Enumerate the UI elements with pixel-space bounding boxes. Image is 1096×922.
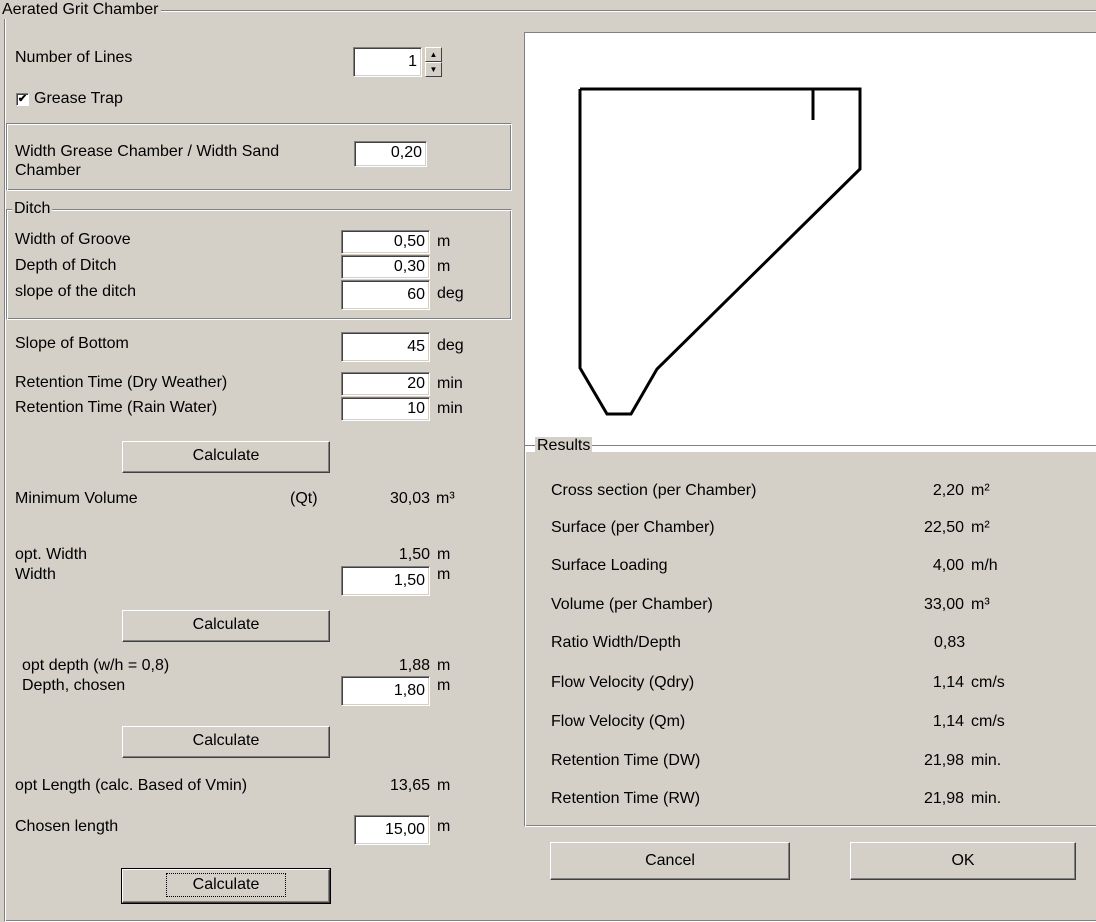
number-of-lines-label: Number of Lines [15, 49, 133, 66]
result-label: Ratio Width/Depth [551, 634, 681, 651]
results-title: Results [535, 437, 593, 455]
result-value: 0,83 [934, 634, 966, 651]
width-of-groove-unit: m [437, 233, 451, 250]
opt-length-label: opt Length (calc. Based of Vmin) [15, 777, 248, 794]
opt-depth-value: 1,88 [398, 657, 430, 674]
group-title: Aerated Grit Chamber [0, 1, 161, 19]
ok-button[interactable]: OK [850, 842, 1076, 880]
result-unit: m² [971, 482, 990, 499]
opt-depth-label: opt depth (w/h = 0,8) [22, 657, 170, 674]
opt-width-label: opt. Width [15, 546, 88, 563]
spin-down-button[interactable]: ▼ [425, 62, 442, 77]
cross-section-canvas [524, 32, 1096, 452]
slope-of-ditch-unit: deg [437, 285, 464, 302]
retention-rain-label: Retention Time (Rain Water) [15, 399, 218, 416]
calculate-width-button[interactable]: Calculate [122, 610, 330, 642]
result-unit: m/h [971, 557, 998, 574]
slope-of-ditch-label: slope of the ditch [15, 283, 136, 300]
grease-trap-checkbox[interactable]: ✔ [16, 93, 29, 106]
width-of-groove-input[interactable]: 0,50 [341, 230, 430, 254]
calculate-depth-button[interactable]: Calculate [122, 726, 330, 758]
result-value: 33,00 [923, 596, 964, 613]
minimum-volume-flow: (Qt) [290, 490, 318, 507]
depth-of-ditch-unit: m [437, 258, 451, 275]
depth-of-ditch-input[interactable]: 0,30 [341, 255, 430, 279]
grease-ratio-label-2: Chamber [15, 162, 81, 179]
result-label: Flow Velocity (Qm) [551, 713, 686, 730]
opt-width-value: 1,50 [398, 546, 430, 563]
retention-rain-unit: min [437, 400, 463, 417]
width-of-groove-label: Width of Groove [15, 231, 131, 248]
chamber-outline [578, 87, 862, 416]
chosen-length-input[interactable]: 15,00 [354, 815, 430, 845]
cancel-button[interactable]: Cancel [550, 842, 790, 880]
grease-trap-label: Grease Trap [34, 90, 123, 107]
width-label: Width [15, 566, 56, 583]
slope-of-bottom-input[interactable]: 45 [341, 332, 430, 362]
result-label: Volume (per Chamber) [551, 596, 713, 613]
opt-depth-unit: m [437, 657, 451, 674]
depth-chosen-label: Depth, chosen [22, 677, 126, 694]
result-unit: m³ [971, 596, 990, 613]
result-value: 21,98 [923, 790, 964, 807]
calculate-retention-button[interactable]: Calculate [122, 441, 330, 473]
retention-rain-input[interactable]: 10 [341, 397, 430, 421]
spin-up-button[interactable]: ▲ [425, 47, 442, 62]
result-value: 1,14 [932, 674, 964, 691]
result-value: 21,98 [923, 752, 964, 769]
calculate-length-button[interactable]: Calculate [121, 868, 331, 904]
width-input[interactable]: 1,50 [341, 566, 430, 596]
minimum-volume-value: 30,03 [389, 490, 430, 507]
chosen-length-label: Chosen length [15, 818, 119, 835]
cross-section-drawing [578, 87, 862, 416]
slope-of-bottom-unit: deg [437, 337, 464, 354]
opt-width-unit: m [437, 546, 451, 563]
ditch-title: Ditch [12, 200, 53, 218]
result-unit: min. [971, 752, 1002, 769]
depth-of-ditch-label: Depth of Ditch [15, 257, 117, 274]
slope-of-bottom-label: Slope of Bottom [15, 335, 129, 352]
width-unit: m [437, 566, 451, 583]
result-label: Flow Velocity (Qdry) [551, 674, 695, 691]
grease-ratio-input[interactable]: 0,20 [354, 141, 427, 167]
depth-chosen-input[interactable]: 1,80 [341, 676, 430, 706]
retention-dry-unit: min [437, 375, 463, 392]
depth-chosen-unit: m [437, 677, 451, 694]
result-label: Cross section (per Chamber) [551, 482, 757, 499]
result-unit: min. [971, 790, 1002, 807]
retention-dry-label: Retention Time (Dry Weather) [15, 374, 228, 391]
retention-dry-input[interactable]: 20 [341, 372, 430, 396]
result-value: 4,00 [932, 557, 964, 574]
result-label: Surface Loading [551, 557, 668, 574]
result-label: Retention Time (RW) [551, 790, 701, 807]
result-value: 2,20 [932, 482, 964, 499]
minimum-volume-unit: m³ [436, 490, 455, 507]
grease-ratio-label-1: Width Grease Chamber / Width Sand [15, 143, 280, 160]
arrow-up-icon: ▲ [429, 50, 438, 59]
result-value: 22,50 [923, 519, 964, 536]
arrow-down-icon: ▼ [429, 65, 438, 74]
minimum-volume-label: Minimum Volume [15, 490, 138, 507]
result-value: 1,14 [932, 713, 964, 730]
number-of-lines-input[interactable]: 1 [353, 47, 422, 77]
checkmark-icon: ✔ [17, 93, 28, 105]
opt-length-value: 13,65 [389, 777, 430, 794]
slope-of-ditch-input[interactable]: 60 [341, 280, 430, 310]
result-unit: m² [971, 519, 990, 536]
result-unit: cm/s [971, 674, 1005, 691]
result-label: Surface (per Chamber) [551, 519, 715, 536]
chosen-length-unit: m [437, 818, 451, 835]
result-label: Retention Time (DW) [551, 752, 701, 769]
opt-length-unit: m [437, 777, 451, 794]
calculate-length-label: Calculate [165, 873, 287, 897]
result-unit: cm/s [971, 713, 1005, 730]
